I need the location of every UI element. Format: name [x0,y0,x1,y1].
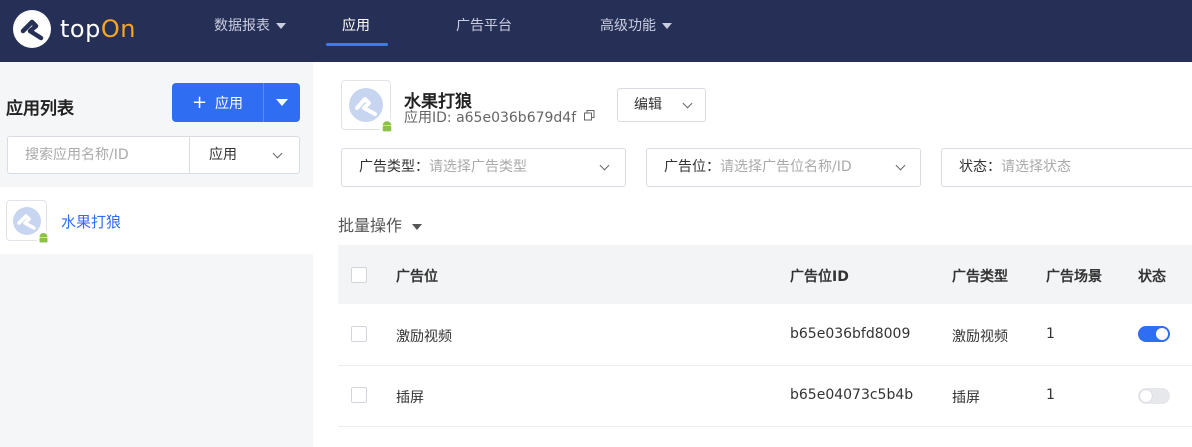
col-header-placement-id: 广告位ID [790,269,849,285]
col-header-ad-type: 广告类型 [952,269,1008,285]
nav-item-reports[interactable]: 数据报表 [214,0,286,62]
caret-down-icon [412,223,423,230]
cell-scenes: 1 [1046,326,1055,342]
status-filter[interactable]: 状态：请选择状态 [941,148,1192,187]
app-list-item[interactable]: 水果打狼 [0,187,313,254]
chevron-down-icon [599,160,610,171]
edit-dropdown[interactable]: 编辑 [617,88,706,122]
top-nav-bar: topOn 数据报表 应用 广告平台 高级功能 [0,0,1192,62]
add-app-button[interactable]: + 应用 [172,83,300,122]
cell-placement[interactable]: 插屏 [396,387,424,407]
app-filter-value: 应用 [209,147,237,163]
app-search-input[interactable] [7,136,190,174]
app-id-text: 应用ID: a65e036b679d4f [404,110,577,126]
chevron-down-icon [895,160,906,171]
col-header-placement: 广告位 [396,269,438,285]
nav-item-ad-platforms[interactable]: 广告平台 [456,0,512,62]
cell-ad-type: 激励视频 [952,329,1008,345]
row-divider [338,365,1192,366]
caret-down-icon [276,99,288,106]
app-detail-icon [341,80,394,133]
status-toggle[interactable] [1138,326,1170,342]
android-icon [380,119,394,133]
add-app-main[interactable]: + 应用 [172,83,264,122]
status-toggle[interactable] [1138,388,1170,404]
nav-item-advanced[interactable]: 高级功能 [600,0,672,62]
caret-down-icon [276,23,286,29]
col-header-status: 状态 [1138,269,1166,285]
cell-scenes: 1 [1046,387,1055,403]
row-divider [338,426,1192,427]
topon-logo[interactable]: topOn [12,9,136,49]
app-list-item-name: 水果打狼 [61,213,122,231]
add-app-label: 应用 [215,95,244,112]
placement-filter[interactable]: 广告位：请选择广告位名称/ID [646,148,921,187]
cell-ad-type: 插屏 [952,390,980,406]
select-all-checkbox[interactable] [351,267,367,283]
row-checkbox[interactable] [351,387,367,403]
plus-icon: + [191,91,208,113]
caret-down-icon [662,23,672,29]
cell-placement-id: b65e036bfd8009 [790,326,911,342]
active-nav-indicator [326,43,388,46]
sidebar-title: 应用列表 [6,99,74,119]
logo-wordmark: topOn [60,15,136,43]
topon-logo-icon [13,10,51,48]
row-checkbox[interactable] [351,326,367,342]
ad-type-filter[interactable]: 广告类型：请选择广告类型 [341,148,626,187]
app-filter-select[interactable]: 应用 [190,136,300,174]
add-app-dropdown[interactable] [264,83,300,122]
chevron-down-icon [682,98,693,109]
copy-icon[interactable] [584,110,595,121]
app-icon [6,200,50,244]
col-header-scenes: 广告场景 [1046,269,1102,285]
android-icon [37,231,50,244]
chevron-down-icon [272,148,283,159]
cell-placement[interactable]: 激励视频 [396,326,452,346]
edit-label: 编辑 [634,97,662,113]
cell-placement-id: b65e04073c5b4b [790,387,914,403]
batch-actions-dropdown[interactable]: 批量操作 [338,212,423,236]
nav-item-apps[interactable]: 应用 [342,0,370,62]
